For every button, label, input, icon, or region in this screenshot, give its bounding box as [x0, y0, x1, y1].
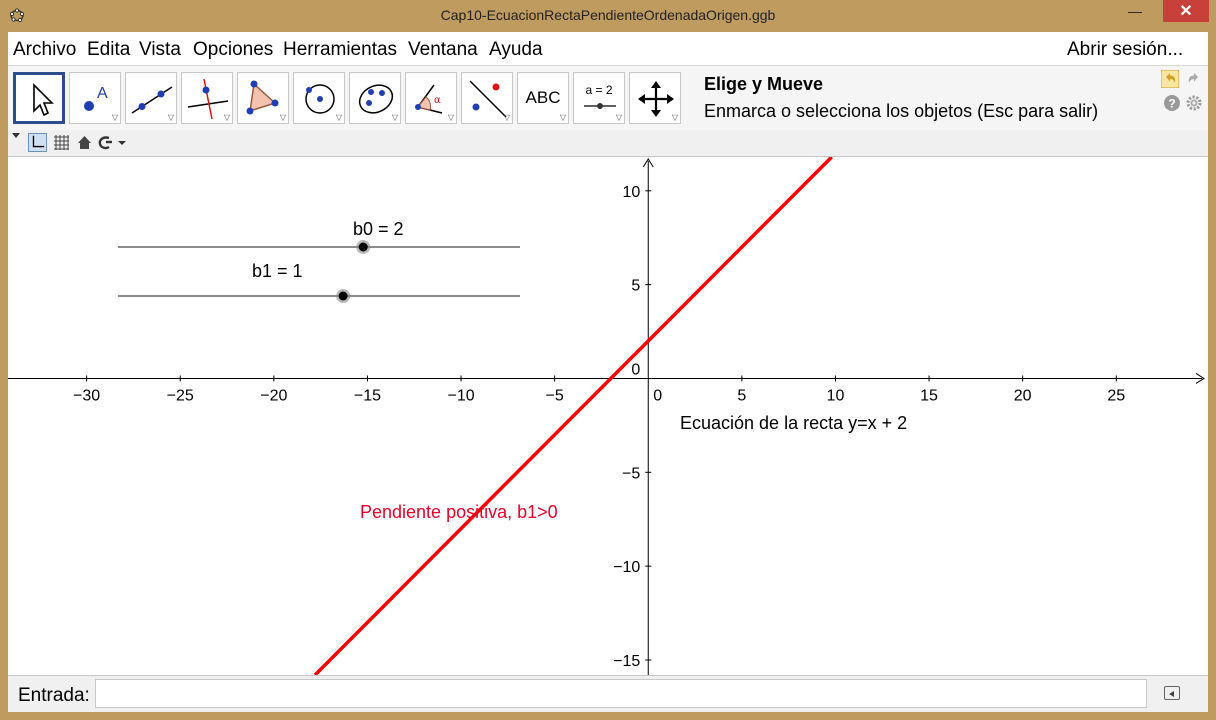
arrow-cursor-icon	[33, 83, 54, 117]
polygon-tool-button[interactable]: ▽	[237, 72, 289, 124]
circle-tool-button[interactable]: ▽	[293, 72, 345, 124]
y-tick-label: −15	[613, 653, 640, 670]
y-tick-label: −5	[622, 465, 640, 482]
active-tool-help: Enmarca o selecciona los objetos (Esc pa…	[704, 101, 1099, 121]
slider-b1-knob[interactable]	[338, 291, 348, 301]
x-tick-label: −30	[73, 387, 100, 404]
svg-text:?: ?	[1168, 97, 1175, 111]
x-tick-label: 10	[827, 387, 845, 404]
graphics-view[interactable]: −30 −25 −20 −15 −10 −5 0 5 10 15 20 25 10 5 0 −5 −10 −15 b…	[8, 157, 1208, 675]
y-tick-label: 5	[631, 278, 640, 295]
menu-ayuda[interactable]: Ayuda	[489, 39, 543, 61]
line-tool-button[interactable]: ▽	[125, 72, 177, 124]
y-tick-label: 0	[631, 361, 640, 378]
close-button[interactable]: ✕	[1163, 0, 1209, 22]
title-bar[interactable]: Cap10-EcuacionRectaPendienteOrdenadaOrig…	[0, 0, 1216, 32]
reflect-tool-button[interactable]: ▽	[461, 72, 513, 124]
axes-toggle-icon[interactable]	[28, 133, 47, 152]
dropdown-triangle-icon: ▽	[223, 113, 230, 122]
input-help-icon[interactable]	[1164, 686, 1180, 700]
menu-vista[interactable]: Vista	[139, 39, 181, 61]
window-title: Cap10-EcuacionRectaPendienteOrdenadaOrig…	[440, 7, 776, 23]
conic-tool-button[interactable]: ▽	[349, 72, 401, 124]
move-tool-button[interactable]	[13, 72, 65, 124]
input-field[interactable]	[95, 679, 1147, 708]
slider-tool-button[interactable]: a = 2 ▽	[573, 72, 625, 124]
x-tick-label: 5	[737, 387, 746, 404]
dropdown-triangle-icon: ▽	[335, 113, 342, 122]
dropdown-triangle-icon: ▽	[615, 113, 622, 122]
dropdown-triangle-icon: ▽	[671, 113, 678, 122]
menu-bar: Archivo Edita Vista Opciones Herramienta…	[8, 32, 1208, 66]
dropdown-triangle-icon: ▽	[503, 113, 510, 122]
y-tick-label: 10	[622, 184, 640, 201]
x-tick-label: −20	[260, 387, 287, 404]
dropdown-triangle-icon: ▽	[391, 113, 398, 122]
point-tool-button[interactable]: A ▽	[69, 72, 121, 124]
minimize-button[interactable]: —	[1120, 0, 1150, 22]
stylebar-toggle-icon[interactable]	[11, 132, 21, 140]
app-client-area: Archivo Edita Vista Opciones Herramienta…	[8, 32, 1208, 712]
text-abc-icon: ABC	[525, 88, 561, 107]
svg-text:A: A	[97, 85, 108, 102]
help-icon[interactable]: ?	[1163, 94, 1181, 112]
x-tick-label: 0	[653, 387, 662, 404]
dropdown-triangle-icon: ▽	[111, 113, 118, 122]
dropdown-triangle-icon: ▽	[447, 113, 454, 122]
active-tool-title: Elige y Mueve	[704, 74, 824, 94]
style-bar	[8, 130, 1208, 157]
x-tick-label: 25	[1107, 387, 1125, 404]
toolbar: A ▽ ▽ ▽ ▽ ▽ ▽ α ▽ ▽ ABC ▽ a = 2 ▽ ▽ Elig…	[8, 66, 1208, 130]
settings-gear-icon[interactable]	[1185, 94, 1203, 112]
menu-opciones[interactable]: Opciones	[193, 39, 273, 61]
x-tick-label: 15	[920, 387, 938, 404]
point-capturing-icon[interactable]	[97, 133, 129, 152]
slider-b0-knob[interactable]	[358, 242, 368, 252]
geogebra-window: Cap10-EcuacionRectaPendienteOrdenadaOrig…	[0, 0, 1216, 720]
menu-edita[interactable]: Edita	[87, 39, 130, 61]
dropdown-triangle-icon: ▽	[167, 113, 174, 122]
slider-b0-label: b0 = 2	[353, 219, 404, 239]
move-view-tool-button[interactable]: ▽	[629, 72, 681, 124]
x-tick-label: −15	[354, 387, 381, 404]
slope-text: Pendiente positiva, b1>0	[360, 502, 558, 522]
menu-ventana[interactable]: Ventana	[408, 39, 478, 61]
x-tick-label: 20	[1014, 387, 1032, 404]
sign-in-link[interactable]: Abrir sesión...	[1067, 39, 1183, 61]
x-tick-label: −25	[167, 387, 194, 404]
perpendicular-tool-button[interactable]: ▽	[181, 72, 233, 124]
home-view-icon[interactable]	[75, 133, 94, 152]
input-bar: Entrada:	[8, 675, 1208, 712]
dropdown-triangle-icon: ▽	[559, 113, 566, 122]
equation-text: Ecuación de la recta y=x + 2	[680, 413, 907, 433]
grid-toggle-icon[interactable]	[52, 133, 71, 152]
y-tick-label: −10	[613, 559, 640, 576]
menu-herramientas[interactable]: Herramientas	[283, 39, 397, 61]
svg-text:α: α	[434, 95, 441, 106]
text-tool-button[interactable]: ABC ▽	[517, 72, 569, 124]
x-tick-label: −10	[447, 387, 474, 404]
dropdown-triangle-icon: ▽	[279, 113, 286, 122]
undo-icon[interactable]	[1161, 70, 1179, 88]
redo-icon[interactable]	[1185, 70, 1203, 88]
x-tick-label: −5	[546, 387, 564, 404]
menu-archivo[interactable]: Archivo	[13, 39, 76, 61]
input-label: Entrada:	[18, 685, 90, 706]
angle-tool-button[interactable]: α ▽	[405, 72, 457, 124]
graphics-svg: −30 −25 −20 −15 −10 −5 0 5 10 15 20 25 10 5 0 −5 −10 −15 b…	[8, 157, 1205, 675]
slider-b1-label: b1 = 1	[252, 261, 303, 281]
